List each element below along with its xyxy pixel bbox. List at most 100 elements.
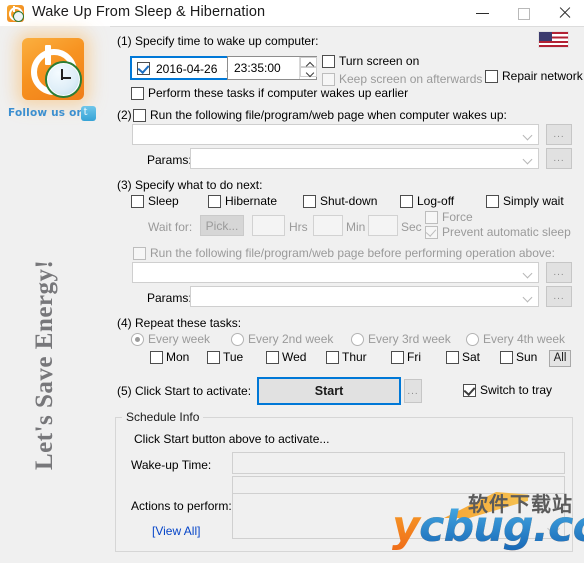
follow-us-label: Follow us on [8,107,85,119]
view-all-link[interactable]: [View All] [152,524,200,538]
twitter-icon[interactable]: t [81,106,96,121]
wait-for-label: Wait for: [148,220,193,234]
day-fri-checkbox[interactable] [391,351,404,364]
spinner-up-icon[interactable] [300,57,317,71]
turn-screen-on-label: Turn screen on [339,54,420,68]
repair-network-checkbox[interactable] [485,70,498,83]
option-sleep-checkbox[interactable] [131,195,144,208]
day-mon-checkbox[interactable] [150,351,163,364]
prevent-auto-sleep-label: Prevent automatic sleep [442,225,571,239]
freq-every-3rd-week-radio [351,333,364,346]
app-clock-icon [7,5,24,22]
option-logoff-checkbox[interactable] [400,195,413,208]
day-sat-checkbox[interactable] [446,351,459,364]
maximize-icon [503,0,544,26]
app-logo [22,38,84,100]
option-shutdown-checkbox[interactable] [303,195,316,208]
option-simply-wait-checkbox[interactable] [486,195,499,208]
step3-params-browse-button[interactable]: ... [546,286,572,307]
freq-every-week-radio [131,333,144,346]
wakeup-time-label: Wake-up Time: [131,458,212,472]
day-mon-label: Mon [166,350,190,364]
freq-every-4th-week-label: Every 4th week [483,332,566,346]
day-sun-label: Sun [516,350,538,364]
step2-params-label: Params: [147,153,192,167]
option-hibernate-label: Hibernate [225,194,278,208]
wait-hours-field [252,215,285,236]
step2-params-browse-button[interactable]: ... [546,148,572,169]
wait-seconds-label: Sec [401,220,422,234]
step3-browse-button[interactable]: ... [546,262,572,283]
wakeup-date-checkbox[interactable] [137,61,150,75]
actions-to-perform-label: Actions to perform: [131,499,232,513]
schedule-status-text: Click Start button above to activate... [134,432,330,446]
slogan-text: Let's Save Energy! [31,259,58,470]
prevent-auto-sleep-checkbox [425,226,438,239]
wait-minutes-label: Min [346,220,366,234]
freq-every-week-label: Every week [148,332,211,346]
step3-params-label: Params: [147,291,192,305]
step1-title: (1) Specify time to wake up computer: [117,34,319,48]
option-sleep-label: Sleep [148,194,179,208]
freq-every-2nd-week-radio [231,333,244,346]
pre-run-checkbox [133,247,146,260]
day-sun-checkbox[interactable] [500,351,513,364]
wait-hours-label: Hrs [289,220,308,234]
us-flag-icon[interactable] [538,31,569,48]
freq-every-2nd-week-label: Every 2nd week [248,332,334,346]
wait-minutes-field [313,215,343,236]
option-simply-wait-label: Simply wait [503,194,564,208]
wait-pick-button: Pick... [200,215,244,236]
repair-network-label: Repair network [502,69,583,83]
start-options-button[interactable]: ... [404,379,422,403]
schedule-info-title: Schedule Info [122,410,204,424]
minimize-icon [462,0,503,26]
close-button[interactable] [544,0,584,26]
chevron-down-icon[interactable] [524,156,532,164]
window-title: Wake Up From Sleep & Hibernation [32,4,266,20]
follow-us-block[interactable]: Follow us on t [8,106,102,122]
step2-label: Run the following file/program/web page … [150,108,507,122]
option-logoff-label: Log-off [417,194,455,208]
perform-earlier-checkbox[interactable] [131,87,144,100]
force-checkbox [425,211,438,224]
close-icon [544,0,584,26]
step5-title: (5) Click Start to activate: [117,384,252,398]
day-wed-checkbox[interactable] [266,351,279,364]
maximize-button[interactable] [503,0,544,26]
time-spinner[interactable] [299,57,317,79]
step2-path-combo[interactable] [132,124,539,145]
step3-params-combo[interactable] [190,286,539,307]
chevron-down-icon[interactable] [547,522,560,535]
day-thur-checkbox[interactable] [326,351,339,364]
select-all-days-button[interactable]: All [549,350,571,367]
app-window: Wake Up From Sleep & Hibernation Follow … [0,0,584,563]
freq-every-4th-week-radio [466,333,479,346]
sidebar: Follow us on t Let's Save Energy! [0,26,110,563]
day-tue-checkbox[interactable] [207,351,220,364]
step2-params-combo[interactable] [190,148,539,169]
day-sat-label: Sat [462,350,481,364]
step2-enable-checkbox[interactable] [133,109,146,122]
step2-number: (2) [117,108,132,122]
pre-run-label: Run the following file/program/web page … [150,246,555,260]
option-hibernate-checkbox[interactable] [208,195,221,208]
step3-path-combo[interactable] [132,262,539,283]
keep-screen-on-label: Keep screen on afterwards [339,72,483,86]
day-tue-label: Tue [223,350,244,364]
spinner-down-icon[interactable] [300,67,317,78]
chevron-down-icon[interactable] [524,132,532,140]
freq-every-3rd-week-label: Every 3rd week [368,332,451,346]
start-button[interactable]: Start [257,377,401,405]
chevron-down-icon[interactable] [524,270,532,278]
wakeup-time-value: 23:35:00 [234,61,281,75]
minimize-button[interactable] [462,0,503,26]
chevron-down-icon[interactable] [524,294,532,302]
turn-screen-on-checkbox[interactable] [322,55,335,68]
force-label: Force [442,210,473,224]
perform-earlier-label: Perform these tasks if computer wakes up… [148,86,409,100]
step2-browse-button[interactable]: ... [546,124,572,145]
title-bar: Wake Up From Sleep & Hibernation [0,0,584,27]
wakeup-time-field[interactable]: 23:35:00 [227,56,317,80]
switch-to-tray-checkbox[interactable] [463,383,476,397]
